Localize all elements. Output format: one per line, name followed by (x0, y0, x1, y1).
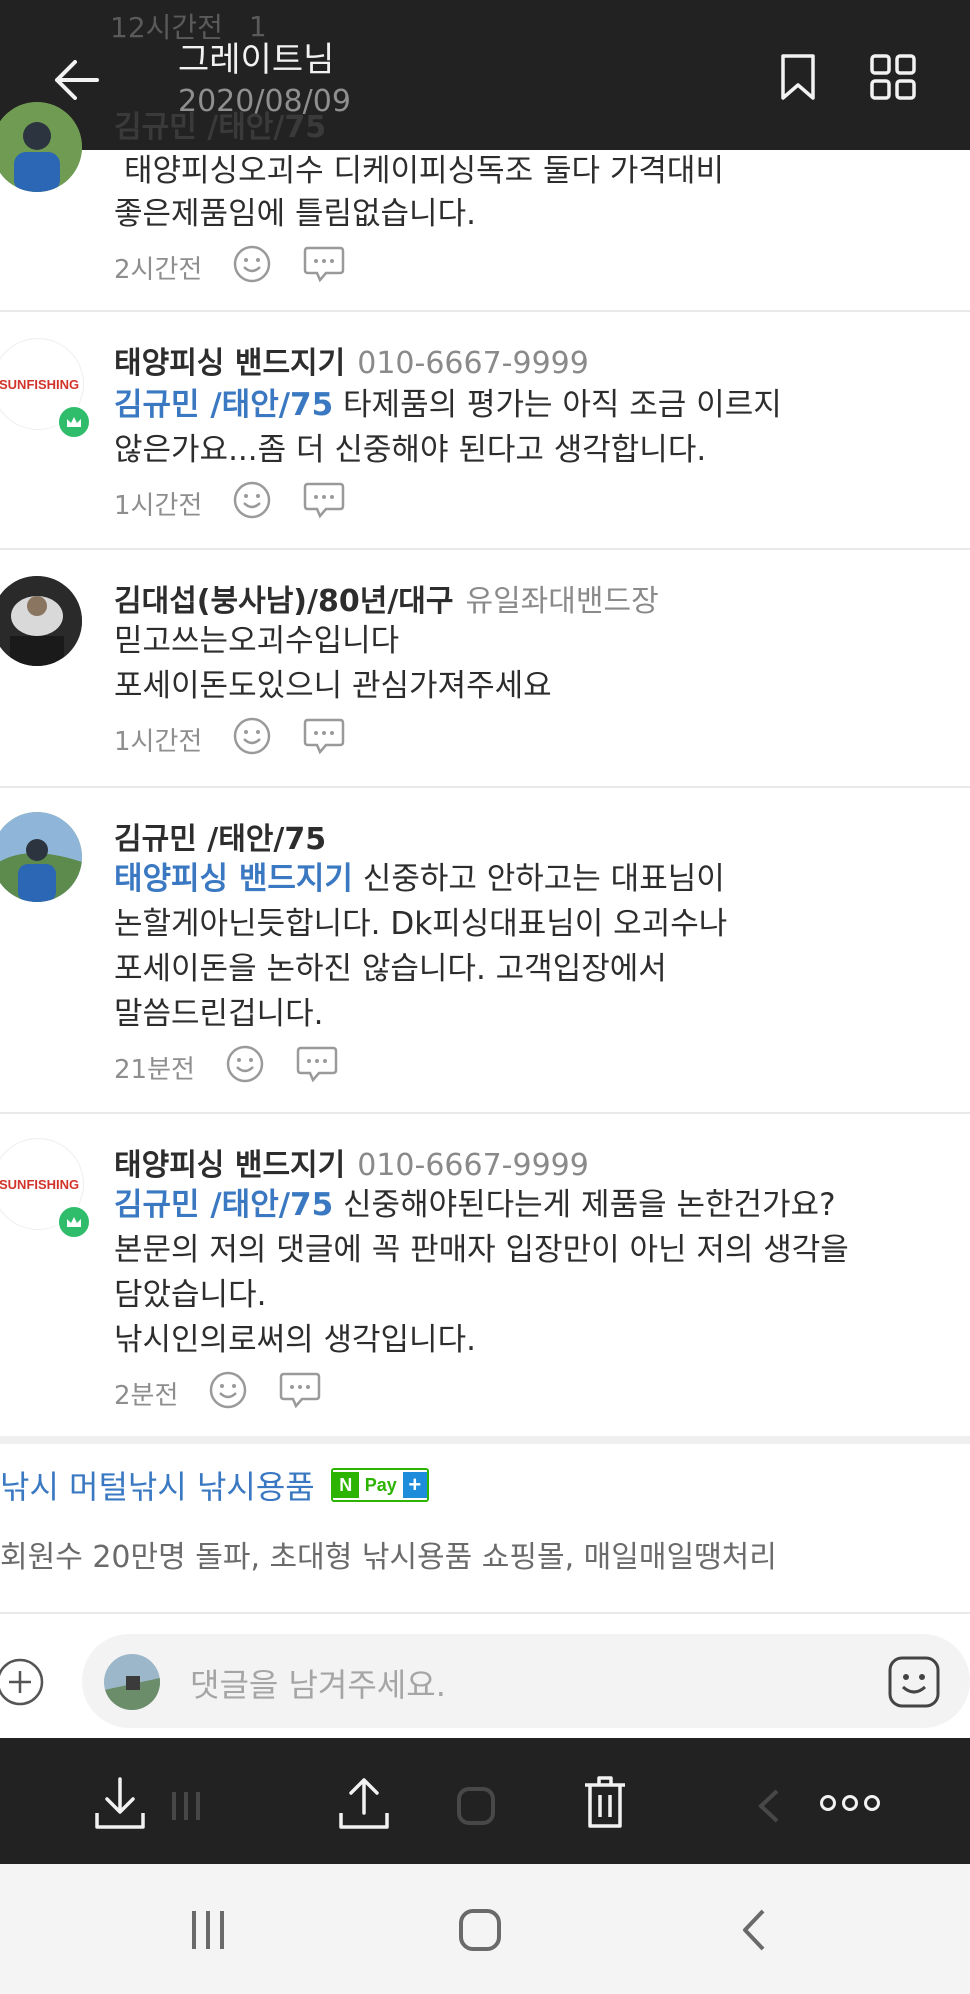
comment-author[interactable]: 김대섭(붕사남)/80년/대구 유일좌대밴드장 (114, 576, 659, 620)
comment-meta: 1시간전 (114, 480, 346, 527)
author-role: 유일좌대밴드장 (465, 584, 659, 619)
comment-text-line: 말씀드린겁니다. (114, 996, 324, 1032)
comment-time: 1시간전 (114, 491, 203, 521)
ad-description: 회원수 20만명 돌파, 초대형 낚시용품 쇼핑몰, 매일매일땡처리 (0, 1540, 777, 1575)
delete-icon[interactable] (580, 1772, 630, 1832)
comment-text-line: 낚시인의로써의 생각입니다. (114, 1322, 476, 1358)
avatar[interactable] (0, 102, 82, 192)
author-name: 김대섭(붕사남)/80년/대구 (114, 584, 454, 619)
emoticon-icon[interactable] (886, 1654, 942, 1710)
smile-icon[interactable] (225, 1044, 265, 1091)
comment-time: 2분전 (114, 1381, 179, 1411)
comment-text-line: 포세이돈을 논하진 않습니다. 고객입장에서 (114, 951, 667, 987)
divider (0, 548, 970, 550)
avatar-logo-text: SUNFISHING (0, 377, 80, 392)
more-options-icon[interactable] (818, 1788, 882, 1818)
reply-icon[interactable] (278, 1370, 322, 1417)
divider (0, 1112, 970, 1114)
author-phone: 010-6667-9999 (357, 346, 589, 381)
host-badge-icon (56, 1204, 92, 1240)
divider (0, 310, 970, 312)
comment-text: 신중하고 안하고는 대표님이 (352, 861, 725, 897)
smile-icon[interactable] (232, 480, 272, 527)
comment-text-line: 김규민 /태안/75 신중해야된다는게 제품을 논한건가요? (114, 1182, 836, 1229)
divider (0, 1612, 970, 1614)
comment-meta: 21분전 (114, 1044, 339, 1091)
author-name: 태양피싱 밴드지기 (114, 1148, 346, 1183)
comment-text-line: 논할게아닌듯합니다. Dk피싱대표님이 오괴수나 (114, 906, 728, 942)
mention-link[interactable]: 김규민 /태안/75 (114, 387, 333, 423)
mention-link[interactable]: 김규민 /태안/75 (114, 1187, 333, 1223)
comment-meta: 1시간전 (114, 716, 346, 763)
back-ghost-icon (752, 1786, 786, 1826)
npay-label: Pay (364, 1474, 397, 1495)
ad-title[interactable]: 낚시 머털낚시 낚시용품 N Pay + (0, 1462, 429, 1508)
avatar[interactable] (0, 576, 82, 666)
host-badge-icon (56, 404, 92, 440)
comment-time: 2시간전 (114, 255, 203, 285)
download-icon[interactable] (92, 1774, 148, 1832)
comment-meta: 2분전 (114, 1370, 322, 1417)
comment-text-line: 김규민 /태안/75 타제품의 평가는 아직 조금 이르지 (114, 382, 782, 429)
comment-author[interactable]: 김규민 /태안/75 (114, 814, 326, 858)
comment-text: 신중해야된다는게 제품을 논한건가요? (333, 1187, 836, 1223)
smile-icon[interactable] (232, 244, 272, 291)
divider (0, 786, 970, 788)
home-button-icon[interactable] (456, 1906, 504, 1954)
reply-icon[interactable] (302, 716, 346, 763)
avatar[interactable] (0, 812, 82, 902)
avatar-logo-text: SUNFISHING (0, 1177, 80, 1192)
comment-text-line: 믿고쓰는오괴수입니다 (114, 623, 400, 659)
smile-icon[interactable] (232, 716, 272, 763)
share-icon[interactable] (336, 1774, 392, 1832)
comment-author[interactable]: 태양피싱 밴드지기 010-6667-9999 (114, 338, 589, 382)
back-arrow-icon[interactable] (48, 52, 104, 108)
smile-icon[interactable] (208, 1370, 248, 1417)
comment-text-line: 담았습니다. (114, 1277, 267, 1313)
comment-text-line: 포세이돈도있으니 관심가져주세요 (114, 668, 552, 704)
bookmark-icon[interactable] (778, 52, 818, 102)
comment-text-line: 않은가요...좀 더 신중해야 된다고 생각합니다. (114, 432, 707, 468)
my-avatar (104, 1654, 160, 1710)
reply-icon[interactable] (302, 244, 346, 291)
comment-text-line: 본문의 저의 댓글에 꼭 판매자 입장만이 아닌 저의 생각을 (114, 1232, 849, 1268)
npay-plus: + (402, 1472, 427, 1498)
reply-icon[interactable] (302, 480, 346, 527)
comment-time: 1시간전 (114, 727, 203, 757)
page-title: 그레이트님 (178, 40, 335, 80)
system-back-icon[interactable] (736, 1906, 772, 1954)
npay-badge: N Pay + (330, 1468, 429, 1502)
comment-author[interactable]: 태양피싱 밴드지기 010-6667-9999 (114, 1140, 589, 1184)
comment-time: 21분전 (114, 1055, 195, 1085)
comment-placeholder: 댓글을 남겨주세요. (190, 1666, 446, 1704)
author-phone: 010-6667-9999 (357, 1148, 589, 1183)
comment-meta: 2시간전 (114, 244, 346, 291)
mention-link[interactable]: 태양피싱 밴드지기 (114, 861, 353, 897)
comment-text-line: 태양피싱 밴드지기 신중하고 안하고는 대표님이 (114, 856, 725, 903)
grid-icon[interactable] (868, 52, 918, 102)
add-attachment-icon[interactable] (0, 1656, 46, 1708)
menu-ghost-icon (166, 1786, 206, 1826)
comment-text-line: 태양피싱오괴수 디케이피싱독조 둘다 가격대비 (124, 153, 724, 189)
comment-author[interactable]: 김규민 /태안/75 (114, 102, 326, 146)
comment-text: 타제품의 평가는 아직 조금 이르지 (333, 387, 782, 423)
ad-title-text: 낚시 머털낚시 낚시용품 (0, 1468, 315, 1506)
author-name: 태양피싱 밴드지기 (114, 346, 346, 381)
comment-text-line: 좋은제품임에 틀림없습니다. (114, 196, 476, 232)
npay-n: N (332, 1472, 359, 1498)
section-divider (0, 1436, 970, 1444)
home-ghost-icon (454, 1784, 498, 1828)
recent-apps-icon[interactable] (186, 1908, 230, 1952)
reply-icon[interactable] (295, 1044, 339, 1091)
